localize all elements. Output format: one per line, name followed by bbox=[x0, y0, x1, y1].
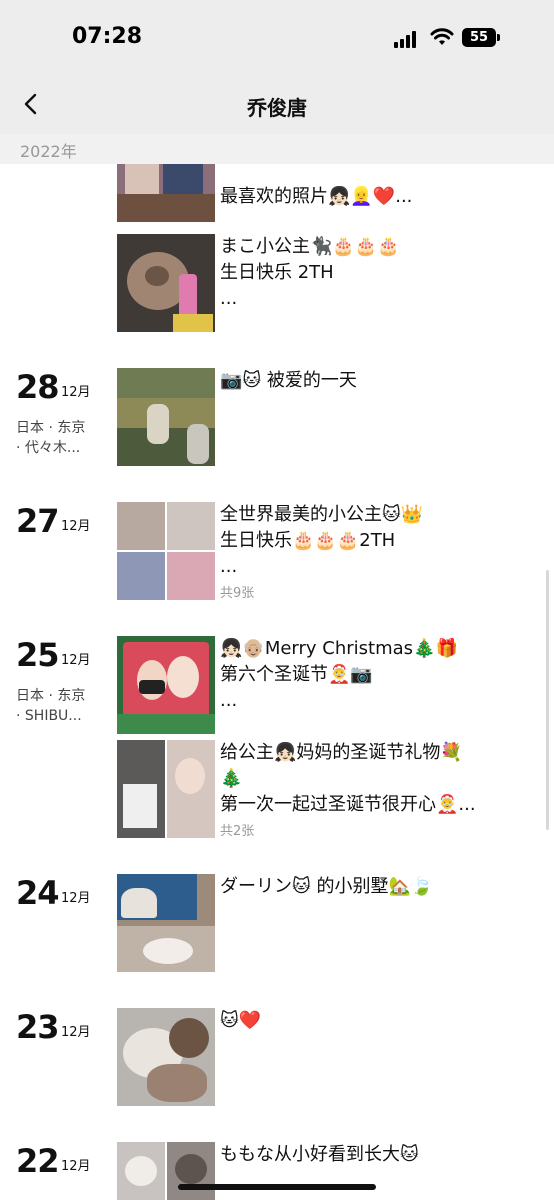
post-thumbnail[interactable] bbox=[117, 368, 215, 466]
date-location: 日本 · 东京 · SHIBU... bbox=[16, 688, 86, 724]
post-text: まこ小公主🐈‍⬛🎂🎂🎂 生日快乐 2TH ... bbox=[220, 236, 400, 309]
year-section-header: 2022年 bbox=[0, 134, 554, 164]
nav-bar: 乔俊唐 bbox=[0, 76, 554, 134]
date-day: 28 bbox=[16, 368, 60, 406]
moments-feed[interactable]: 最喜欢的照片👧🏻👱‍♀️❤️... まこ小公主🐈‍⬛🎂🎂🎂 生日快乐 2TH .… bbox=[0, 164, 554, 1200]
page-title: 乔俊唐 bbox=[247, 96, 307, 120]
home-indicator[interactable] bbox=[178, 1184, 376, 1190]
post-thumbnail[interactable] bbox=[117, 1008, 215, 1106]
year-label: 2022年 bbox=[20, 142, 77, 161]
post-text: 🐱❤️ bbox=[220, 1010, 262, 1031]
post-text: 全世界最美的小公主🐱👑 生日快乐🎂🎂🎂2TH ... bbox=[220, 504, 424, 577]
scrollbar[interactable] bbox=[546, 570, 549, 830]
date-day: 25 bbox=[16, 636, 60, 674]
status-bar: 07:28 55 bbox=[0, 0, 554, 76]
post-thumbnail[interactable] bbox=[117, 502, 215, 600]
post-text: 👧🏻👴🏼Merry Christmas🎄🎁 第六个圣诞节🤶📷 ... bbox=[220, 638, 458, 711]
date-month: 12月 bbox=[61, 653, 91, 668]
cellular-signal-icon bbox=[394, 30, 420, 48]
post-thumbnail[interactable] bbox=[117, 636, 215, 734]
date-day: 23 bbox=[16, 1008, 60, 1046]
post-thumbnail[interactable] bbox=[117, 1142, 215, 1200]
post-text: 📷🐱 被爱的一天 bbox=[220, 370, 357, 391]
date-month: 12月 bbox=[61, 891, 91, 906]
post-text: ももな从小好看到长大🐱 bbox=[220, 1144, 419, 1165]
post-text: ダーリン🐱 的小别墅🏡🍃 bbox=[220, 876, 434, 897]
date-month: 12月 bbox=[61, 519, 91, 534]
post-thumbnail[interactable] bbox=[117, 874, 215, 972]
date-month: 12月 bbox=[61, 1159, 91, 1174]
photo-count: 共2张 bbox=[220, 824, 255, 839]
date-month: 12月 bbox=[61, 385, 91, 400]
post-thumbnail[interactable] bbox=[117, 234, 215, 332]
wifi-icon bbox=[430, 28, 454, 45]
battery-icon: 55 bbox=[462, 28, 500, 47]
date-location: 日本 · 东京 · 代々木... bbox=[16, 420, 86, 456]
post-text: 最喜欢的照片👧🏻👱‍♀️❤️... bbox=[220, 186, 413, 207]
date-month: 12月 bbox=[61, 1025, 91, 1040]
post-text: 给公主👧🏻妈妈的圣诞节礼物💐 🎄 第一次一起过圣诞节很开心🤶... bbox=[220, 742, 476, 815]
date-day: 27 bbox=[16, 502, 60, 540]
post-thumbnail[interactable] bbox=[117, 740, 215, 838]
date-day: 24 bbox=[16, 874, 60, 912]
photo-count: 共9张 bbox=[220, 586, 255, 601]
post-thumbnail[interactable] bbox=[117, 164, 215, 222]
status-time: 07:28 bbox=[72, 24, 143, 49]
date-day: 22 bbox=[16, 1142, 60, 1180]
